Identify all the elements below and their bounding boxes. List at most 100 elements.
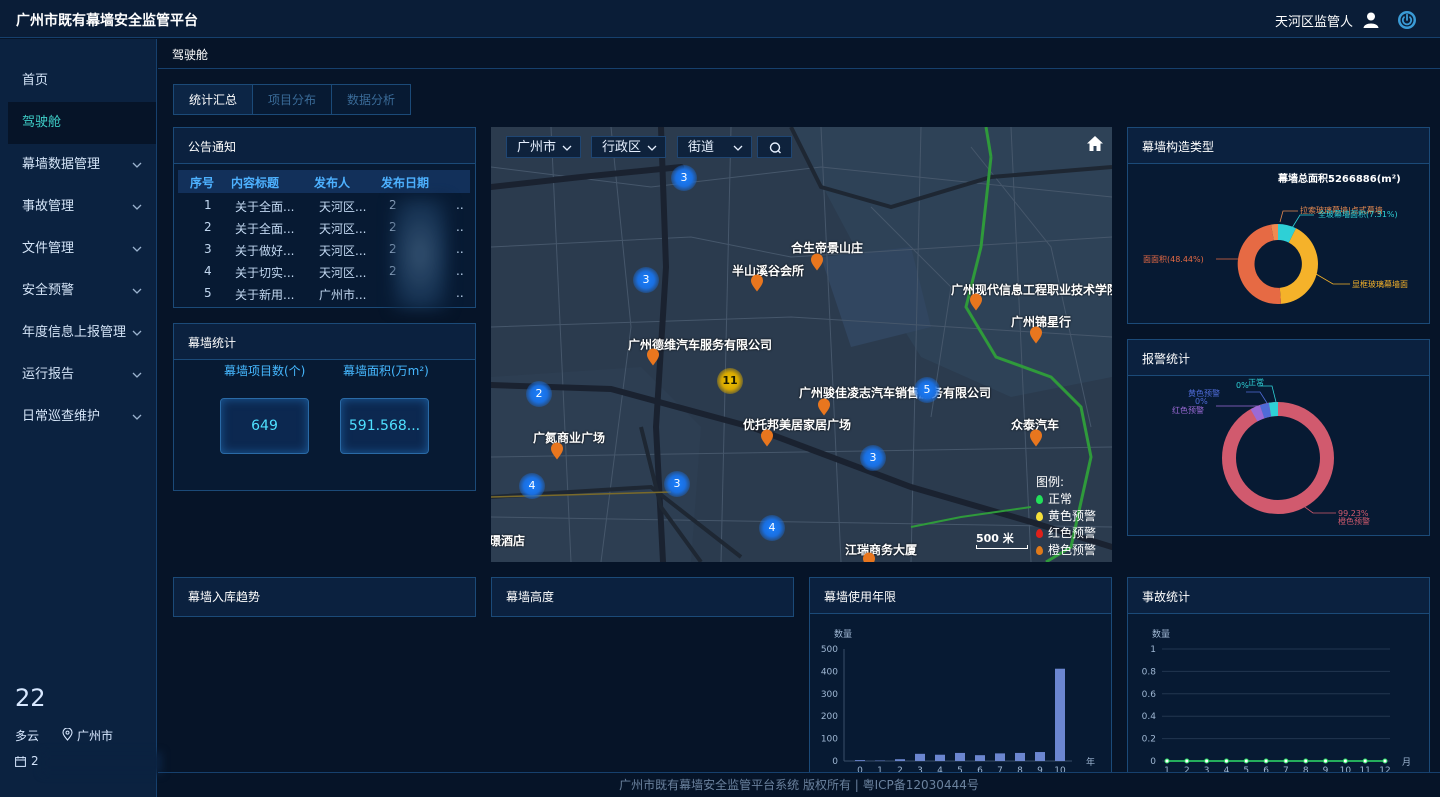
structure-donut-chart: 幕墙总面积: 5266886(m²) 拉索玻璃幕墙|点式幕墙 全玻幕墙面积(7.… (1143, 172, 1408, 305)
tab-analysis[interactable]: 数据分析 (331, 84, 411, 115)
service-life-title: 幕墙使用年限 (824, 590, 897, 604)
notice-panel-title: 公告通知 (188, 140, 237, 154)
nav-annual-report[interactable]: 年度信息上报管理 (8, 312, 156, 354)
nav-daily-inspection[interactable]: 日常巡查维护 (8, 396, 156, 438)
bar[interactable] (995, 753, 1005, 761)
line-point[interactable] (1342, 758, 1348, 764)
nav-home[interactable]: 首页 (8, 60, 156, 102)
tab-summary[interactable]: 统计汇总 (173, 84, 253, 115)
notice-panel: 公告通知 序号 内容标题 发布人 发布日期 1关于全面...天河区...2..2… (173, 127, 476, 310)
legend-orange-label: 橙色预警 (1048, 543, 1097, 557)
chevron-down-icon (132, 414, 142, 420)
alarm-slice-red (1250, 405, 1265, 422)
map-place-label[interactable]: 江瑞商务大厦 (845, 541, 917, 558)
wall-stats-panel: 幕墙统计 幕墙项目数(个) 幕墙面积(万m²) 649 591.568... (173, 323, 476, 491)
nav-item-label: 首页 (22, 73, 49, 88)
line-point[interactable] (1223, 758, 1229, 764)
notice-cell: 3 (204, 242, 212, 256)
notice-cell: 关于做好... (235, 244, 295, 258)
map-cluster-marker[interactable]: 3 (664, 471, 690, 497)
alarm-slice-normal (1268, 402, 1279, 417)
storage-trend-header: 幕墙入库趋势 (174, 578, 475, 616)
notice-cell: 关于全面... (235, 200, 295, 214)
map-pin-icon[interactable] (550, 442, 564, 460)
x-axis-label: 年 (1086, 756, 1095, 768)
calendar-icon (15, 756, 26, 767)
location-pin-icon (62, 728, 73, 741)
y-tick-label: 0.6 (1142, 690, 1157, 700)
map-pin-icon[interactable] (646, 348, 660, 366)
bar[interactable] (935, 754, 945, 761)
nav-accident[interactable]: 事故管理 (8, 186, 156, 228)
city-select[interactable]: 广州市 (506, 136, 581, 158)
line-point[interactable] (1263, 758, 1269, 764)
weather-date: 2 (31, 754, 39, 768)
nav-run-report[interactable]: 运行报告 (8, 354, 156, 396)
home-icon[interactable] (1085, 134, 1105, 154)
notice-cell: 1 (204, 198, 212, 212)
x-axis-label: 月 (1402, 757, 1411, 768)
accident-panel: 事故统计 数量月 0 0.2 0.4 0.6 0.8 1 1 2 3 4 5 6 7 8 9 10 11 12 (1127, 577, 1430, 773)
line-point[interactable] (1362, 758, 1368, 764)
notice-col-date: 发布日期 (381, 176, 430, 190)
map-place-label[interactable]: 半山溪谷会所 (732, 262, 804, 279)
line-point[interactable] (1382, 758, 1388, 764)
user-icon[interactable] (1362, 11, 1380, 29)
sidebar: 首页驾驶舱幕墙数据管理事故管理 文件管理 安全预警 年度信息上报管理 运行报告 日常巡查维… (0, 39, 162, 797)
nav-safety-warning[interactable]: 安全预警 (8, 270, 156, 312)
legend-yellow-swatch (1036, 512, 1043, 521)
street-select[interactable]: 街道 (677, 136, 752, 158)
map-cluster-marker[interactable]: 11 (717, 368, 743, 394)
line-point[interactable] (1323, 758, 1329, 764)
map-pin-icon[interactable] (1029, 326, 1043, 344)
map-pin-icon[interactable] (1029, 429, 1043, 447)
top-bar: 广州市既有幕墙安全监管平台 天河区监管人 (0, 0, 1440, 38)
nav-files[interactable]: 文件管理 (8, 228, 156, 270)
bar[interactable] (1035, 752, 1045, 761)
map-pin-icon[interactable] (862, 552, 876, 562)
bar[interactable] (1015, 752, 1025, 761)
bar[interactable] (895, 759, 905, 761)
line-point[interactable] (1184, 758, 1190, 764)
nav-cockpit[interactable]: 驾驶舱 (8, 102, 156, 144)
map-cluster-marker[interactable]: 3 (633, 267, 659, 293)
map-scale-bar (976, 545, 1028, 549)
bar[interactable] (855, 760, 865, 761)
map-pin-icon[interactable] (969, 293, 983, 311)
map-cluster-marker[interactable]: 4 (759, 515, 785, 541)
map-place-label[interactable]: 璟酒店 (491, 532, 525, 549)
map-cluster-marker[interactable]: 4 (519, 473, 545, 499)
map-place-label[interactable]: 合生帝景山庄 (791, 239, 863, 256)
tab-distribution[interactable]: 项目分布 (252, 84, 332, 115)
map-search-button[interactable] (757, 136, 792, 158)
line-point[interactable] (1164, 758, 1170, 764)
map-pin-icon[interactable] (817, 398, 831, 416)
map-cluster-marker[interactable]: 3 (671, 165, 697, 191)
map-cluster-marker[interactable]: 5 (914, 377, 940, 403)
district-select[interactable]: 行政区 (591, 136, 666, 158)
nav-wall-data[interactable]: 幕墙数据管理 (8, 144, 156, 186)
map-cluster-marker[interactable]: 3 (860, 445, 886, 471)
line-point[interactable] (1243, 758, 1249, 764)
bar[interactable] (975, 755, 985, 761)
map-pin-icon[interactable] (810, 253, 824, 271)
bar[interactable] (955, 752, 965, 761)
line-point[interactable] (1204, 758, 1210, 764)
map-scale-label: 500 米 (976, 532, 1014, 545)
chevron-down-icon (132, 204, 142, 210)
nav-item-label: 幕墙数据管理 (22, 157, 101, 172)
service-life-header: 幕墙使用年限 (810, 578, 1111, 614)
line-point[interactable] (1303, 758, 1309, 764)
map-place-label[interactable]: 广氮商业广场 (533, 429, 605, 446)
line-point[interactable] (1283, 758, 1289, 764)
map-view[interactable]: 广州市 行政区 街道 合生帝景山庄 半山溪谷会所 广州现代信息工程职业技术学院 广州锦… (491, 127, 1112, 562)
map-cluster-marker[interactable]: 2 (526, 381, 552, 407)
storage-trend-panel: 幕墙入库趋势 (173, 577, 476, 617)
map-pin-icon[interactable] (750, 274, 764, 292)
bar[interactable] (915, 753, 925, 761)
bar[interactable] (1055, 668, 1065, 761)
map-pin-icon[interactable] (760, 429, 774, 447)
user-name[interactable]: 天河区监管人 (1275, 11, 1353, 30)
power-icon[interactable] (1397, 10, 1417, 30)
district-select-value: 行政区 (602, 140, 642, 155)
